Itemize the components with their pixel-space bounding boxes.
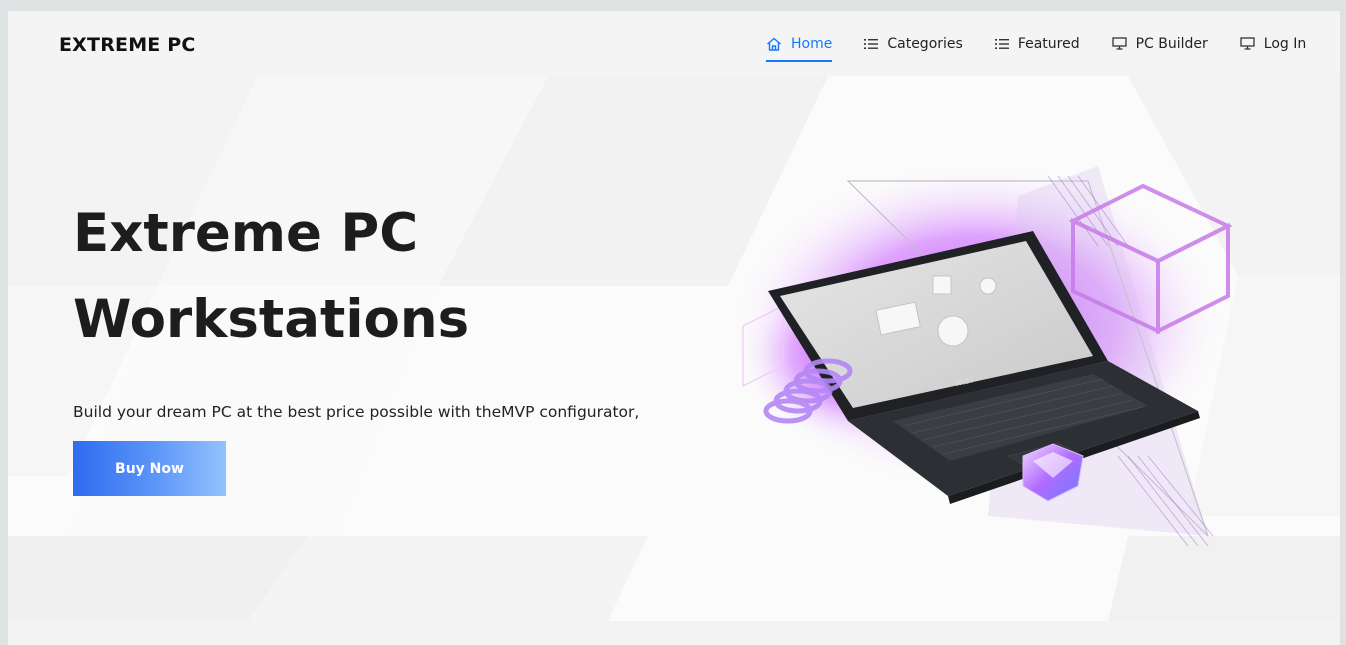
home-icon (767, 37, 781, 51)
nav-item-home[interactable]: Home (766, 11, 833, 76)
brand-logo[interactable]: EXTREME PC (59, 34, 196, 56)
monitor-icon (1240, 37, 1255, 50)
list-icon (864, 38, 879, 49)
list-icon (994, 38, 1009, 49)
hero-subtitle: Build your dream PC at the best price po… (73, 403, 640, 421)
main-nav: Home Categories Featured PC Builder Log … (766, 11, 1338, 76)
page-frame: EXTREME PC Home Categories Featured PC B… (8, 11, 1340, 645)
top-navbar: EXTREME PC Home Categories Featured PC B… (8, 11, 1340, 76)
nav-item-featured[interactable]: Featured (994, 11, 1080, 76)
nav-label-log-in: Log In (1263, 35, 1307, 52)
hero-title: Extreme PC Workstations (73, 191, 469, 363)
buy-now-button[interactable]: Buy Now (73, 441, 226, 496)
footer-strip (8, 621, 1340, 645)
nav-label-categories: Categories (887, 35, 963, 52)
hero-title-line2: Workstations (73, 289, 470, 350)
hero-banner: Extreme PC Workstations Build your dream… (8, 76, 1340, 621)
nav-label-featured: Featured (1017, 35, 1080, 52)
nav-label-pc-builder: PC Builder (1135, 35, 1208, 52)
nav-item-categories[interactable]: Categories (864, 11, 963, 76)
hero-title-line1: Extreme PC (73, 203, 419, 264)
monitor-icon (1111, 37, 1127, 50)
nav-label-home: Home (791, 35, 833, 52)
laptop-illustration: msi (728, 161, 1233, 547)
nav-item-log-in[interactable]: Log In (1240, 11, 1306, 76)
nav-item-pc-builder[interactable]: PC Builder (1111, 11, 1208, 76)
